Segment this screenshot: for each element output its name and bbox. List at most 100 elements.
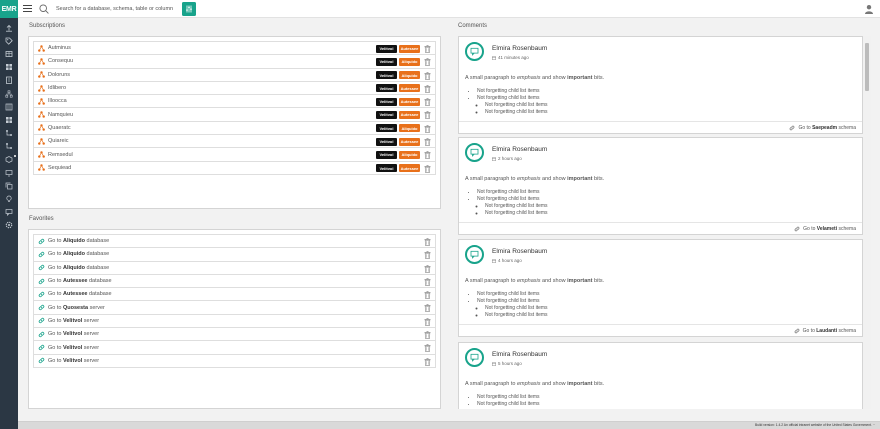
sidebar-item-tag[interactable]	[0, 34, 18, 47]
sidebar-item-gear[interactable]	[0, 219, 18, 232]
sidebar-item-table[interactable]	[0, 47, 18, 60]
sidebar-item-building[interactable]	[0, 74, 18, 87]
favorite-link[interactable]: Go to Aliquido database	[48, 251, 109, 257]
trash-icon[interactable]	[424, 124, 431, 133]
trash-icon[interactable]	[424, 111, 431, 120]
subscription-name[interactable]: Quaeratc	[48, 125, 71, 131]
server-badge[interactable]: Velitvol	[376, 124, 397, 133]
server-badge[interactable]: Velitvol	[376, 44, 397, 53]
sidebar-item-node-alt[interactable]	[0, 140, 18, 153]
favorite-link[interactable]: Go to Quosesta server	[48, 305, 105, 311]
server-badge[interactable]: Velitvol	[376, 150, 397, 159]
favorite-link[interactable]: Go to Velitvol server	[48, 331, 99, 337]
subscription-name[interactable]: Idlibero	[48, 85, 66, 91]
favorite-row[interactable]: Go to Aliquido database	[33, 260, 436, 275]
subscription-name[interactable]: Consequu	[48, 58, 73, 64]
favorite-row[interactable]: Go to Aliquido database	[33, 247, 436, 262]
favorite-link[interactable]: Go to Autessee database	[48, 291, 112, 297]
trash-icon[interactable]	[424, 164, 431, 173]
subscription-row[interactable]: Quaeratc Velitvol Aliquido	[33, 120, 436, 136]
schema-link[interactable]: Go to Laudanti schema	[794, 328, 856, 334]
sidebar-item-grid-alt[interactable]	[0, 113, 18, 126]
sidebar-item-copy[interactable]	[0, 179, 18, 192]
favorite-row[interactable]: Go to Velitvol server	[33, 340, 436, 355]
database-badge[interactable]: Autessee	[399, 97, 420, 106]
database-badge[interactable]: Aliquido	[399, 57, 420, 66]
trash-icon[interactable]	[424, 151, 431, 160]
favorite-link[interactable]: Go to Aliquido database	[48, 238, 109, 244]
sidebar-item-bulb[interactable]	[0, 192, 18, 205]
trash-icon[interactable]	[424, 98, 431, 107]
subscription-row[interactable]: Sequiead Velitvol Autessee	[33, 160, 436, 175]
trash-icon[interactable]	[424, 304, 431, 313]
subscription-name[interactable]: Remsedul	[48, 152, 73, 158]
sidebar-item-chat[interactable]	[0, 206, 18, 219]
sidebar-item-box[interactable]	[0, 153, 18, 166]
sidebar-item-monitor[interactable]	[0, 166, 18, 179]
favorite-row[interactable]: Go to Aliquido database	[33, 234, 436, 249]
app-logo[interactable]: EMR	[0, 0, 18, 18]
trash-icon[interactable]	[424, 344, 431, 353]
trash-icon[interactable]	[424, 58, 431, 67]
trash-icon[interactable]	[424, 251, 431, 260]
favorite-link[interactable]: Go to Aliquido database	[48, 265, 109, 271]
database-badge[interactable]: Autessee	[399, 84, 420, 93]
subscription-name[interactable]: Doloruns	[48, 72, 70, 78]
trash-icon[interactable]	[424, 278, 431, 286]
database-badge[interactable]: Autessee	[399, 110, 420, 119]
subscription-row[interactable]: Doloruns Velitvol Aliquido	[33, 67, 436, 82]
trash-icon[interactable]	[424, 238, 431, 246]
database-badge[interactable]: Aliquido	[399, 71, 420, 80]
server-badge[interactable]: Velitvol	[376, 71, 397, 80]
scrollbar-thumb[interactable]	[865, 43, 869, 91]
database-badge[interactable]: Aliquido	[399, 150, 420, 159]
filter-button[interactable]	[182, 1, 196, 16]
favorite-link[interactable]: Go to Velitvol server	[48, 318, 99, 324]
trash-icon[interactable]	[424, 317, 431, 326]
sidebar-item-node[interactable]	[0, 127, 18, 140]
trash-icon[interactable]	[424, 85, 431, 93]
subscription-row[interactable]: Consequu Velitvol Aliquido	[33, 54, 436, 69]
favorite-link[interactable]: Go to Velitvol server	[48, 345, 99, 351]
trash-icon[interactable]	[424, 45, 431, 53]
subscription-row[interactable]: Quiareic Velitvol Autessee	[33, 134, 436, 149]
server-badge[interactable]: Velitvol	[376, 137, 397, 146]
subscription-row[interactable]: Idlibero Velitvol Autessee	[33, 80, 436, 96]
subscription-name[interactable]: Sequiead	[48, 165, 71, 171]
trash-icon[interactable]	[424, 331, 431, 340]
server-badge[interactable]: Velitvol	[376, 110, 397, 119]
database-badge[interactable]: Aliquido	[399, 124, 420, 133]
sidebar-item-columns[interactable]	[0, 100, 18, 113]
schema-link[interactable]: Go to Saepeadm schema	[789, 125, 856, 131]
trash-icon[interactable]	[424, 138, 431, 147]
trash-icon[interactable]	[424, 291, 431, 300]
sidebar-item-hierarchy[interactable]	[0, 87, 18, 100]
schema-link[interactable]: Go to Velameti schema	[794, 226, 856, 232]
subscription-row[interactable]: Autminus Velitvol Autessee	[33, 41, 436, 56]
subscription-name[interactable]: Autminus	[48, 45, 71, 51]
server-badge[interactable]: Velitvol	[376, 97, 397, 106]
comments-scrollbar[interactable]	[863, 36, 871, 409]
trash-icon[interactable]	[424, 264, 431, 273]
subscription-row[interactable]: Remsedul Velitvol Aliquido	[33, 147, 436, 162]
subscription-name[interactable]: Quiareic	[48, 138, 68, 144]
user-icon[interactable]	[864, 4, 874, 14]
subscription-name[interactable]: Illoocca	[48, 98, 67, 104]
favorite-row[interactable]: Go to Velitvol server	[33, 327, 436, 342]
menu-icon[interactable]	[23, 5, 32, 12]
subscription-row[interactable]: Illoocca Velitvol Autessee	[33, 94, 436, 109]
sidebar-item-grid[interactable]	[0, 61, 18, 74]
database-badge[interactable]: Autessee	[399, 44, 420, 53]
server-badge[interactable]: Velitvol	[376, 164, 397, 173]
sidebar-item-upload[interactable]	[0, 21, 18, 34]
favorite-row[interactable]: Go to Velitvol server	[33, 353, 436, 368]
database-badge[interactable]: Autessee	[399, 137, 420, 146]
favorite-row[interactable]: Go to Autessee database	[33, 273, 436, 289]
favorite-row[interactable]: Go to Autessee database	[33, 287, 436, 302]
trash-icon[interactable]	[424, 357, 431, 366]
favorite-link[interactable]: Go to Autessee database	[48, 278, 112, 284]
server-badge[interactable]: Velitvol	[376, 57, 397, 66]
favorite-row[interactable]: Go to Quosesta server	[33, 300, 436, 315]
favorite-row[interactable]: Go to Velitvol server	[33, 313, 436, 329]
server-badge[interactable]: Velitvol	[376, 84, 397, 93]
